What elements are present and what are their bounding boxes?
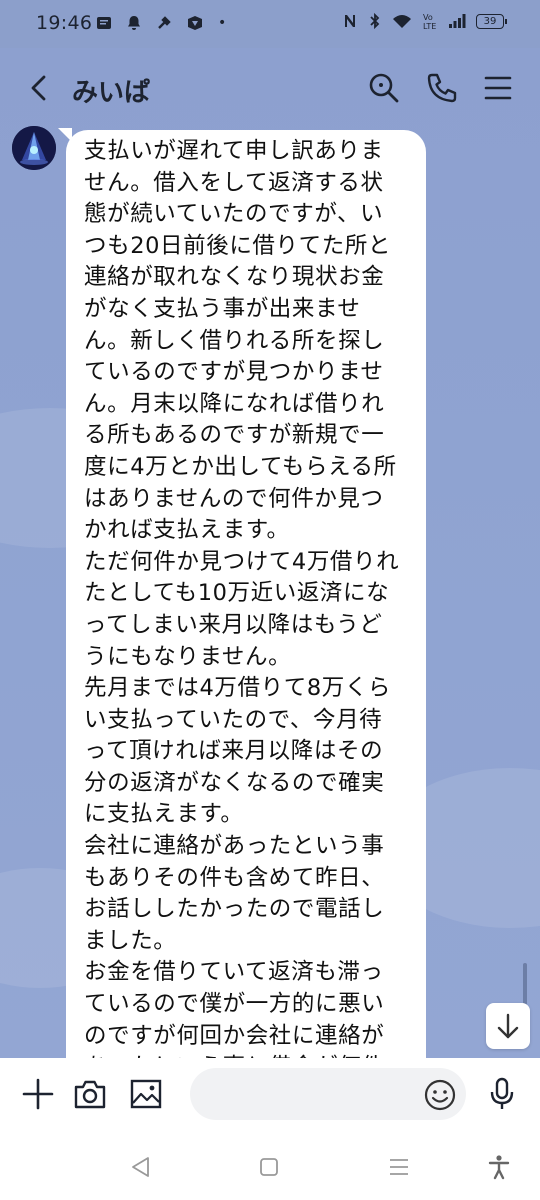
nav-back-icon[interactable] [128,1154,154,1180]
svg-text:LTE: LTE [423,22,436,30]
arrow-down-icon [497,1013,519,1039]
message-notification-icon [97,17,111,29]
search-icon[interactable] [366,70,402,106]
system-navigation-bar [0,1134,540,1200]
volte-icon: VoLTE [423,13,436,30]
svg-text:Vo: Vo [423,13,433,22]
avatar-image [12,126,56,170]
phone-icon[interactable] [424,70,460,106]
status-bar: 19:46 • Vo LTE 39 [0,0,540,48]
notification-dot: • [218,15,227,31]
scrollbar[interactable] [523,963,527,1005]
nav-recent-apps-icon[interactable] [386,1154,412,1180]
chevron-left-icon[interactable] [22,70,58,106]
microphone-icon[interactable] [484,1076,520,1112]
battery-icon: 39 [476,13,507,29]
hamburger-menu-icon[interactable] [480,70,516,106]
avatar[interactable] [12,126,56,170]
accessibility-icon[interactable] [486,1154,512,1180]
chat-title[interactable]: みいぱ [72,72,150,109]
app-notification-icon [188,16,202,30]
signal-icon [449,14,466,28]
status-time: 19:46 [36,12,93,34]
camera-icon[interactable] [72,1076,108,1112]
status-system-icons: Vo LTE 39 [342,12,507,30]
nfc-icon [345,15,355,27]
bell-icon [128,16,140,30]
status-notification-icons: • [96,14,226,32]
scroll-to-bottom-button[interactable] [486,1003,530,1049]
wifi-icon [393,15,411,28]
tool-notification-icon [158,16,171,29]
plus-icon[interactable] [20,1076,56,1112]
message-text[interactable]: 支払いが遅れて申し訳ありません。借入をして返済する状態が続いていたのですが、いつ… [84,136,404,1115]
message-input-bar [0,1058,540,1134]
nav-home-icon[interactable] [256,1154,282,1180]
bluetooth-icon [370,12,380,30]
emoji-icon[interactable] [422,1077,458,1113]
chat-header: みいぱ [0,48,540,130]
image-icon[interactable] [128,1076,164,1112]
